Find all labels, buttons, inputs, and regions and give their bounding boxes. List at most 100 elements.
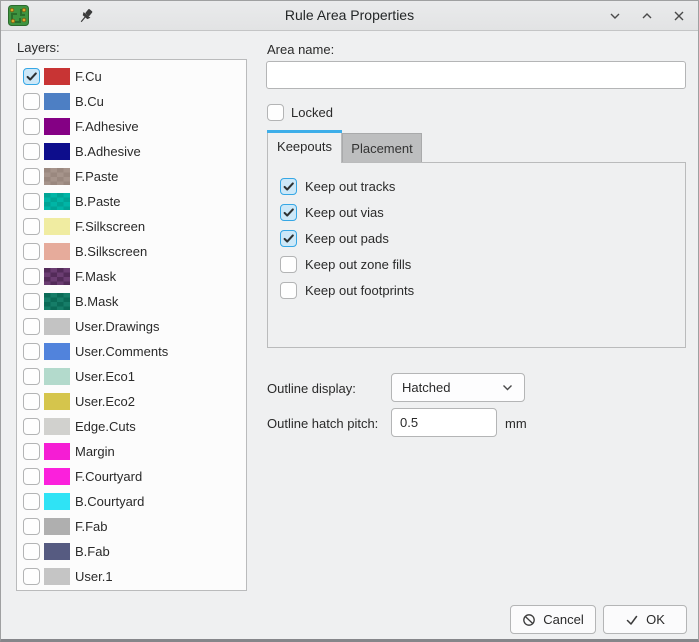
layer-color-swatch (44, 468, 70, 485)
layers-label: Layers: (17, 40, 60, 55)
layer-name: B.Courtyard (75, 494, 144, 509)
layer-color-swatch (44, 393, 70, 410)
layer-checkbox[interactable] (23, 368, 40, 385)
cancel-button[interactable]: Cancel (510, 605, 596, 634)
layer-row[interactable]: F.Adhesive (17, 114, 246, 139)
layer-row[interactable]: B.Adhesive (17, 139, 246, 164)
keepout-row[interactable]: Keep out footprints (280, 277, 685, 303)
layer-checkbox[interactable] (23, 193, 40, 210)
layer-row[interactable]: B.Cu (17, 89, 246, 114)
layer-checkbox[interactable] (23, 568, 40, 585)
layer-row[interactable]: B.Mask (17, 289, 246, 314)
layer-name: User.Eco2 (75, 394, 135, 409)
locked-checkbox[interactable] (267, 104, 284, 121)
layer-checkbox[interactable] (23, 243, 40, 260)
layer-row[interactable]: F.Paste (17, 164, 246, 189)
layer-name: B.Adhesive (75, 144, 141, 159)
layer-row[interactable]: User.Drawings (17, 314, 246, 339)
layer-checkbox[interactable] (23, 443, 40, 460)
layer-row[interactable]: B.Fab (17, 539, 246, 564)
layer-name: User.Comments (75, 344, 168, 359)
keepout-checkbox[interactable] (280, 178, 297, 195)
layer-row[interactable]: Edge.Cuts (17, 414, 246, 439)
layer-name: F.Cu (75, 69, 102, 84)
layer-checkbox[interactable] (23, 293, 40, 310)
close-icon[interactable] (670, 7, 688, 25)
locked-row[interactable]: Locked (267, 104, 333, 121)
keepout-row[interactable]: Keep out pads (280, 225, 685, 251)
layer-color-swatch (44, 493, 70, 510)
layer-row[interactable]: F.Mask (17, 264, 246, 289)
keepout-row[interactable]: Keep out tracks (280, 173, 685, 199)
layer-checkbox[interactable] (23, 118, 40, 135)
keepout-row[interactable]: Keep out zone fills (280, 251, 685, 277)
layer-row[interactable]: F.Courtyard (17, 464, 246, 489)
layer-color-swatch (44, 168, 70, 185)
layer-row[interactable]: B.Courtyard (17, 489, 246, 514)
chevron-up-icon[interactable] (638, 7, 656, 25)
layer-checkbox[interactable] (23, 68, 40, 85)
outline-hatch-pitch-label: Outline hatch pitch: (267, 416, 378, 431)
layer-checkbox[interactable] (23, 543, 40, 560)
layer-checkbox[interactable] (23, 468, 40, 485)
layer-row[interactable]: User.Eco1 (17, 364, 246, 389)
layer-name: Edge.Cuts (75, 419, 136, 434)
layer-name: F.Silkscreen (75, 219, 145, 234)
layer-row[interactable]: F.Silkscreen (17, 214, 246, 239)
keepout-checkbox[interactable] (280, 282, 297, 299)
outline-hatch-pitch-input[interactable] (391, 408, 497, 437)
layer-row[interactable]: Margin (17, 439, 246, 464)
layer-checkbox[interactable] (23, 268, 40, 285)
outline-display-select[interactable]: Hatched (391, 373, 525, 402)
layer-color-swatch (44, 518, 70, 535)
layer-name: Margin (75, 444, 115, 459)
layer-checkbox[interactable] (23, 418, 40, 435)
layer-row[interactable]: User.Comments (17, 339, 246, 364)
layer-checkbox[interactable] (23, 318, 40, 335)
keepout-label: Keep out pads (305, 231, 389, 246)
layer-row[interactable]: F.Cu (17, 64, 246, 89)
layer-color-swatch (44, 418, 70, 435)
layer-name: F.Fab (75, 519, 108, 534)
ok-button[interactable]: OK (603, 605, 687, 634)
layer-name: B.Mask (75, 294, 118, 309)
layer-color-swatch (44, 143, 70, 160)
layer-checkbox[interactable] (23, 143, 40, 160)
layer-name: User.Eco1 (75, 369, 135, 384)
tab-placement[interactable]: Placement (342, 133, 422, 163)
tab-placement-label: Placement (351, 141, 412, 156)
tab-keepouts[interactable]: Keepouts (267, 130, 342, 163)
area-name-input[interactable] (266, 61, 686, 89)
layer-checkbox[interactable] (23, 493, 40, 510)
layer-checkbox[interactable] (23, 518, 40, 535)
keepout-label: Keep out zone fills (305, 257, 411, 272)
layer-row[interactable]: B.Paste (17, 189, 246, 214)
keepout-checkbox[interactable] (280, 204, 297, 221)
layer-color-swatch (44, 443, 70, 460)
rule-area-properties-dialog: Rule Area Properties Layers: F.Cu (0, 0, 699, 642)
layer-row[interactable]: F.Fab (17, 514, 246, 539)
keepout-checkbox[interactable] (280, 256, 297, 273)
layer-name: B.Fab (75, 544, 110, 559)
chevron-down-icon[interactable] (606, 7, 624, 25)
layer-checkbox[interactable] (23, 393, 40, 410)
layers-list: F.Cu B.Cu F.Adhesive (16, 59, 247, 591)
area-name-label: Area name: (267, 42, 334, 57)
layer-row[interactable]: User.1 (17, 564, 246, 589)
layer-checkbox[interactable] (23, 93, 40, 110)
layer-checkbox[interactable] (23, 218, 40, 235)
layer-name: F.Adhesive (75, 119, 139, 134)
layer-row[interactable]: B.Silkscreen (17, 239, 246, 264)
chevron-down-icon (501, 381, 514, 394)
layer-name: F.Paste (75, 169, 118, 184)
layer-name: B.Cu (75, 94, 104, 109)
layer-checkbox[interactable] (23, 168, 40, 185)
keepout-row[interactable]: Keep out vias (280, 199, 685, 225)
keepout-checkbox[interactable] (280, 230, 297, 247)
layer-row[interactable]: User.Eco2 (17, 389, 246, 414)
layer-color-swatch (44, 243, 70, 260)
layer-checkbox[interactable] (23, 343, 40, 360)
layer-color-swatch (44, 193, 70, 210)
layer-color-swatch (44, 543, 70, 560)
keepout-label: Keep out vias (305, 205, 384, 220)
